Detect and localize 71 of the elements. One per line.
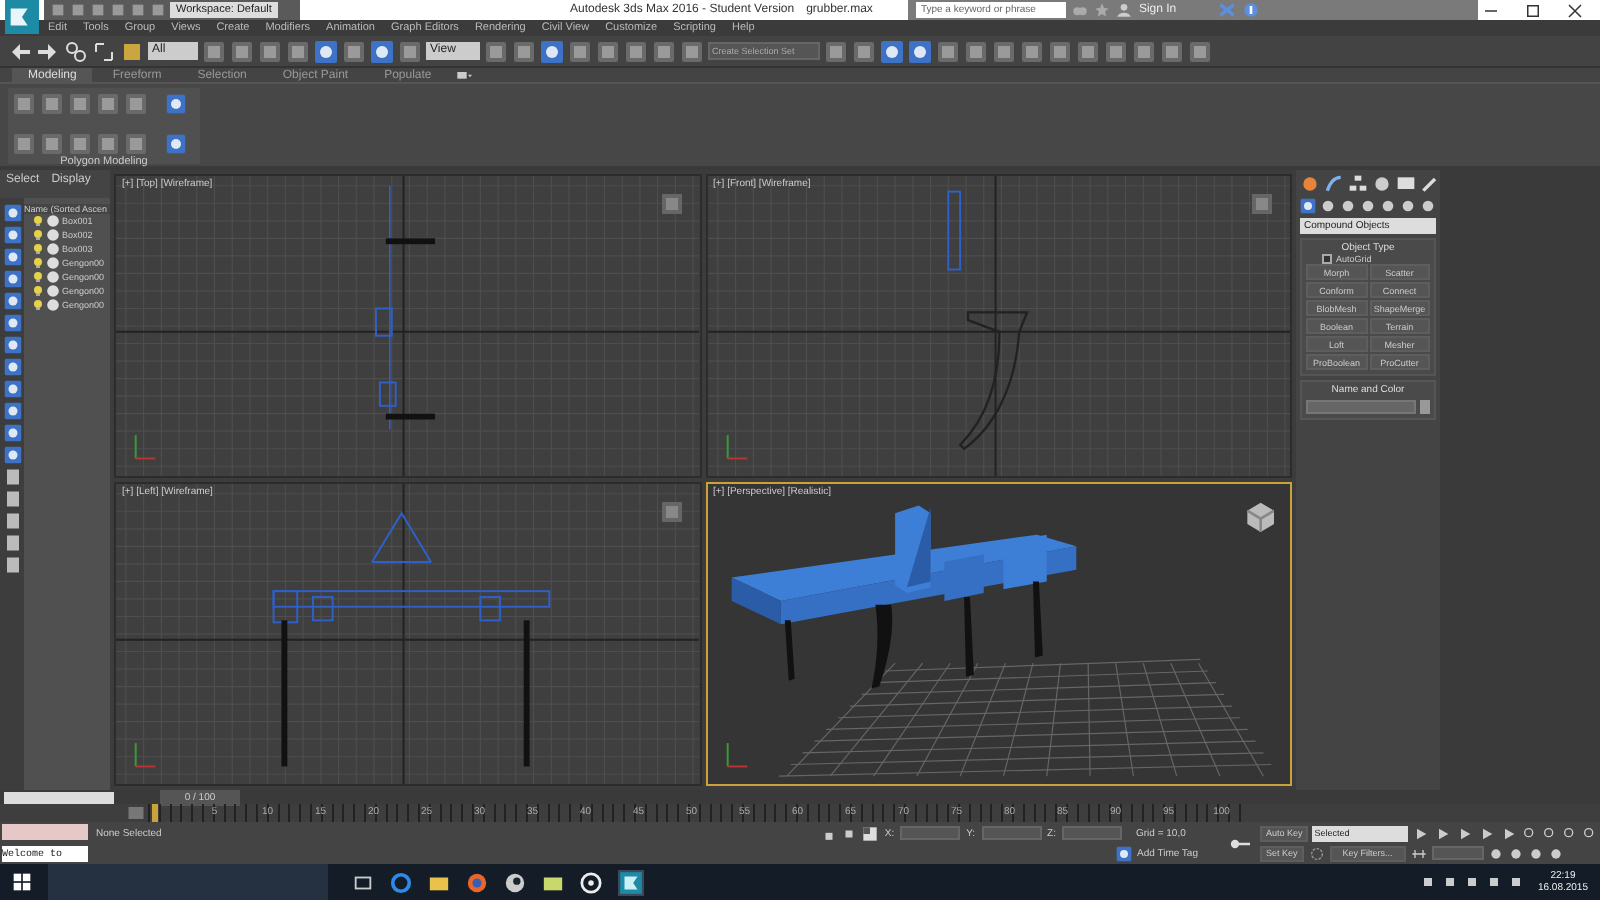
filter-icon[interactable] (3, 314, 21, 332)
viewcube-icon[interactable] (1250, 192, 1274, 216)
filter-icon[interactable] (3, 204, 21, 222)
app-logo-icon[interactable] (0, 0, 44, 34)
tool-icon[interactable] (124, 92, 148, 116)
viewcube-icon[interactable] (659, 500, 683, 524)
coordinate-field[interactable] (1062, 826, 1122, 840)
tool-icon[interactable] (96, 132, 120, 156)
light-bulb-icon[interactable] (32, 214, 44, 228)
filter-icon[interactable] (3, 424, 21, 442)
motion-tab-icon[interactable] (1372, 174, 1392, 194)
steam-icon[interactable] (504, 871, 526, 893)
light-bulb-icon[interactable] (32, 284, 44, 298)
tool-icon[interactable] (96, 92, 120, 116)
geometry-icon[interactable] (1300, 198, 1316, 214)
time-tag-icon[interactable] (1115, 845, 1132, 861)
filter-icon[interactable] (3, 380, 21, 398)
help-icon[interactable] (1242, 2, 1261, 18)
app-icon[interactable] (618, 869, 644, 895)
maximize-icon[interactable] (1524, 2, 1542, 20)
light-bulb-icon[interactable] (32, 228, 44, 242)
axis-icon (725, 434, 748, 460)
filter-icon[interactable] (3, 292, 21, 310)
maxscript-field[interactable] (2, 824, 88, 840)
stack-icon[interactable] (166, 92, 186, 116)
tool-icon[interactable] (12, 92, 36, 116)
filter-icon[interactable] (3, 248, 21, 266)
tool-icon[interactable] (12, 132, 36, 156)
frame-field[interactable] (1431, 846, 1484, 860)
link-icon[interactable] (64, 39, 88, 63)
star-icon[interactable] (1094, 2, 1111, 18)
time-marker (152, 804, 158, 822)
tool-icon[interactable] (68, 92, 92, 116)
disc-icon[interactable] (580, 871, 602, 893)
light-bulb-icon[interactable] (32, 242, 44, 256)
light-bulb-icon[interactable] (32, 298, 44, 312)
viewcube-icon[interactable] (659, 192, 683, 216)
viewcube-icon[interactable] (1242, 500, 1274, 532)
coordinate-field[interactable] (900, 826, 961, 840)
axis-icon (725, 742, 748, 768)
filter-icon[interactable] (3, 402, 21, 420)
tool-icon[interactable] (68, 132, 92, 156)
light-bulb-icon[interactable] (32, 256, 44, 270)
name-field[interactable] (1306, 400, 1416, 414)
close-icon[interactable] (1566, 2, 1584, 20)
color-swatch[interactable] (1420, 400, 1430, 414)
taskbar-search-field[interactable] (48, 864, 328, 900)
firefox-icon[interactable] (466, 871, 488, 893)
filter-icon[interactable] (3, 358, 21, 376)
task-view-icon[interactable] (352, 871, 374, 893)
autogrid-checkbox[interactable] (1322, 254, 1332, 264)
axis-icon (134, 742, 157, 768)
coordinate-field[interactable] (981, 826, 1042, 840)
axis-icon (134, 434, 157, 460)
filter-icon[interactable] (3, 446, 21, 464)
light-bulb-icon[interactable] (32, 270, 44, 284)
tool-icon[interactable] (124, 132, 148, 156)
stack-icon[interactable] (166, 132, 186, 156)
create-tab-icon[interactable] (1300, 174, 1320, 194)
ribbon-options-icon[interactable] (451, 67, 476, 83)
windows-start-icon[interactable] (12, 872, 32, 892)
filter-icon[interactable] (3, 226, 21, 244)
tool-icon[interactable] (40, 92, 64, 116)
modify-tab-icon[interactable] (1324, 174, 1344, 194)
filter-icon[interactable] (3, 336, 21, 354)
filter-icon[interactable] (3, 270, 21, 288)
key-filter-icon[interactable] (1307, 845, 1326, 861)
hierarchy-tab-icon[interactable] (1348, 174, 1368, 194)
tool-icon[interactable] (40, 132, 64, 156)
user-icon[interactable] (1116, 2, 1133, 18)
browser-icon[interactable] (390, 871, 412, 893)
